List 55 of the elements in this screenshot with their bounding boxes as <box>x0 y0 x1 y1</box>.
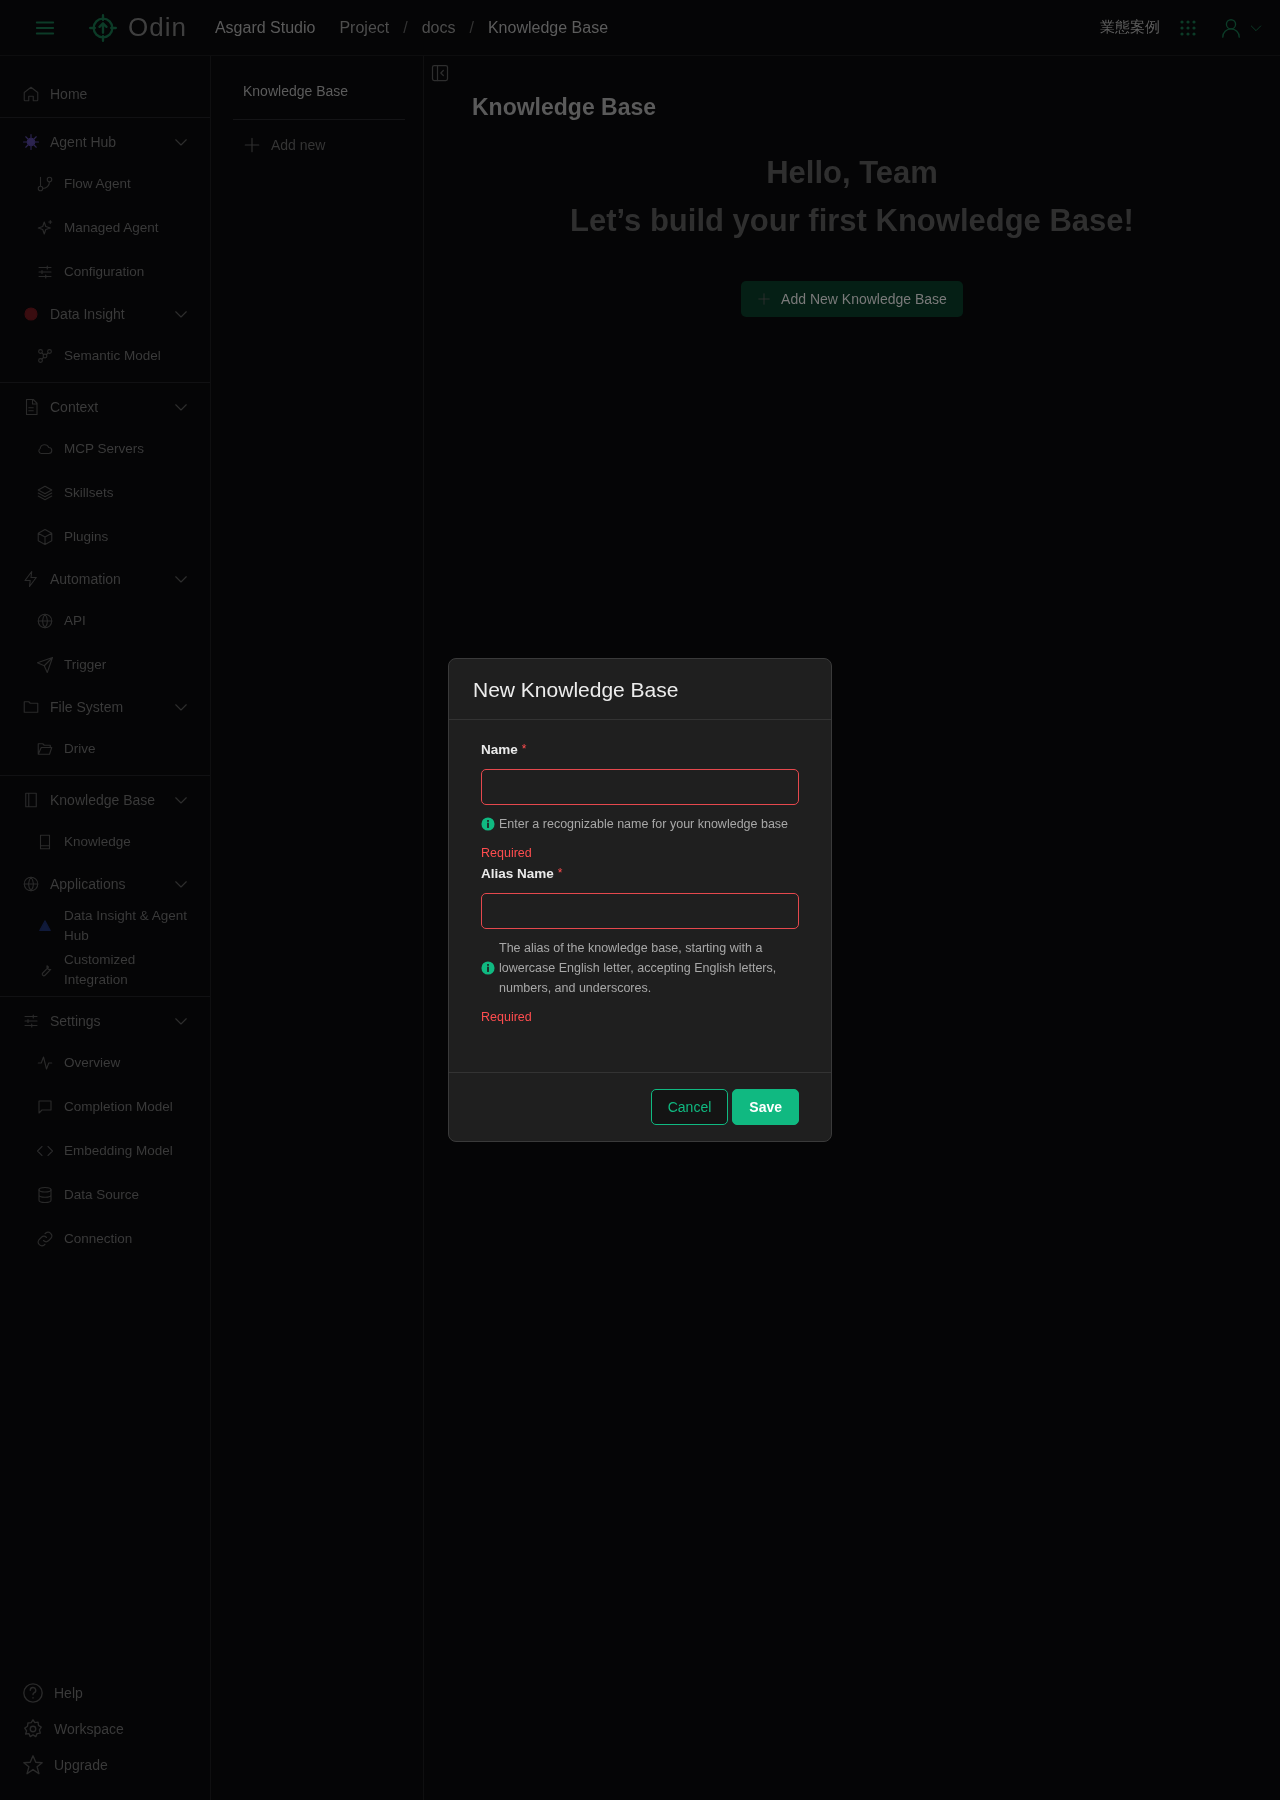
hub-icon <box>22 133 40 151</box>
lightning-icon <box>22 570 40 588</box>
settings-icon <box>22 1718 44 1740</box>
plus-icon <box>757 292 772 306</box>
folder-icon <box>22 698 40 716</box>
breadcrumb-separator: / <box>469 18 474 37</box>
dialog-title: New Knowledge Base <box>449 659 831 720</box>
book-icon <box>22 791 40 809</box>
brand-name: Odin <box>128 12 187 43</box>
logo-icon <box>89 13 117 42</box>
collapse-panel-icon[interactable] <box>430 63 450 83</box>
sparkle-icon <box>36 219 54 237</box>
save-button[interactable]: Save <box>732 1089 799 1125</box>
sliders-icon <box>36 263 54 281</box>
text-field[interactable] <box>481 769 799 805</box>
required-mark: * <box>521 742 527 756</box>
panel-title: Knowledge Base <box>233 56 405 120</box>
field-hint: The alias of the knowledge base, starting with a lowercase English letter, accepting English letters, numbers, and underscores. <box>499 940 778 997</box>
home-icon <box>22 85 40 103</box>
paper-plane-icon <box>36 656 54 674</box>
text-field[interactable] <box>481 893 799 929</box>
link-icon <box>36 1230 54 1248</box>
user-icon[interactable] <box>1220 16 1242 39</box>
error-message: Required <box>481 846 533 860</box>
info-icon <box>481 961 495 975</box>
pulse-icon <box>36 1054 54 1072</box>
database-icon <box>36 1186 54 1204</box>
globe-icon <box>22 875 40 893</box>
data-insight-icon <box>22 305 40 323</box>
field-hint: Enter a recognizable name for your knowledge base <box>499 816 789 833</box>
page-title: Knowledge Base <box>472 94 658 121</box>
cases-link[interactable]: 業態案例 <box>1100 18 1160 37</box>
cube-icon <box>36 528 54 546</box>
info-icon <box>481 817 495 831</box>
help-icon <box>22 1682 44 1704</box>
breadcrumb-link[interactable]: Knowledge Base <box>487 18 609 37</box>
field-label: Name <box>481 742 518 757</box>
breadcrumb-link[interactable]: Project <box>339 18 390 37</box>
sliders-icon <box>22 1012 40 1030</box>
folder-icon <box>36 740 54 758</box>
field-label: Alias Name <box>481 866 554 881</box>
required-mark: * <box>557 866 563 880</box>
error-message: Required <box>481 1010 533 1024</box>
nodes-icon <box>36 347 54 365</box>
globe-icon <box>36 612 54 630</box>
breadcrumb-link[interactable]: docs <box>421 18 456 37</box>
breadcrumb-separator: / <box>403 18 408 37</box>
star-icon <box>22 1754 44 1776</box>
chat-icon <box>36 1098 54 1116</box>
add-knowledge-base-button[interactable]: Add New Knowledge Base <box>741 281 963 317</box>
workspace-name[interactable]: Asgard Studio <box>214 18 316 37</box>
branch-icon <box>36 175 54 193</box>
cancel-button[interactable]: Cancel <box>650 1089 729 1125</box>
layers-icon <box>36 484 54 502</box>
plus-icon <box>243 136 261 154</box>
